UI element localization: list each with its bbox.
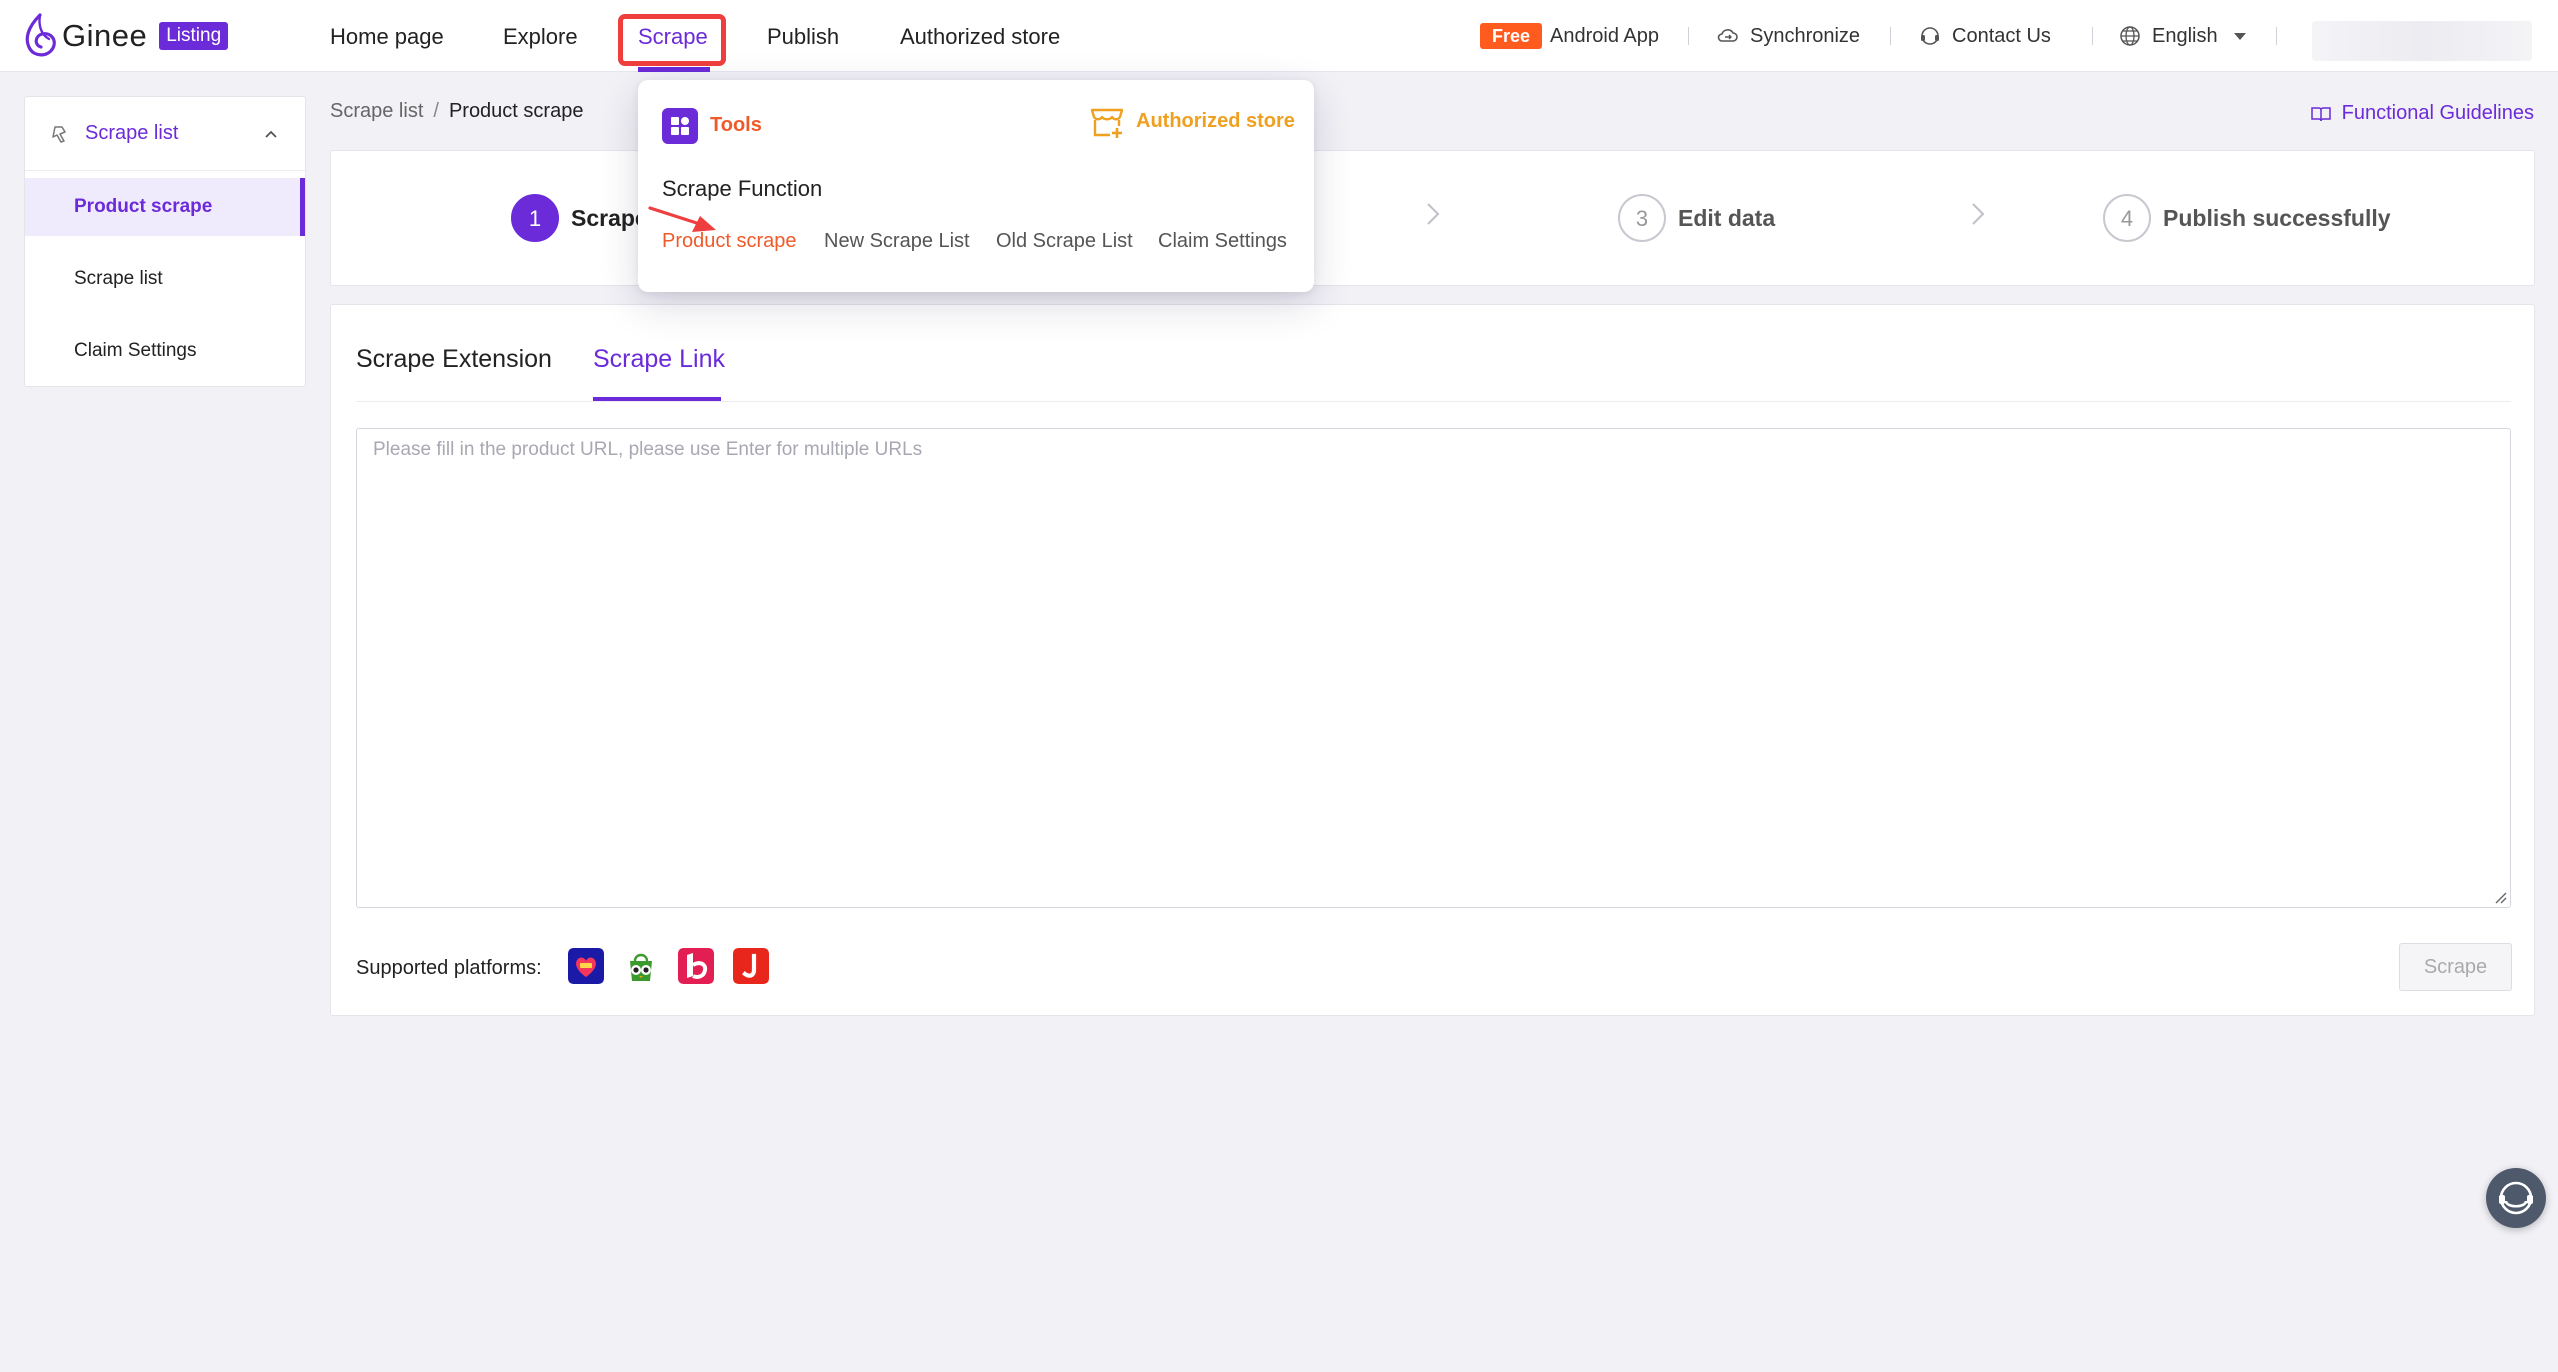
- step-1-label: Scrape: [571, 204, 648, 231]
- tools-grid-icon: [662, 108, 698, 144]
- annotation-highlight-box: [618, 14, 726, 66]
- bukalapak-icon: [678, 948, 714, 984]
- menu-item-claim-settings[interactable]: Claim Settings: [1158, 230, 1287, 253]
- free-badge: Free: [1480, 23, 1543, 49]
- scrape-button[interactable]: Scrape: [2399, 943, 2512, 991]
- step-3-label: Edit data: [1678, 204, 1776, 231]
- step-1: 1 Scrape: [511, 193, 648, 243]
- android-app-link[interactable]: Free Android App: [1480, 0, 1659, 72]
- supported-platforms-label: Supported platforms:: [356, 957, 542, 979]
- step-chevron-icon: [1427, 203, 1440, 225]
- nav-explore[interactable]: Explore: [503, 0, 578, 72]
- scrape-dropdown-menu: Tools Authorized store Scrape Function P…: [638, 80, 1314, 292]
- ginee-logo-icon: [25, 13, 56, 57]
- tools-label: Tools: [710, 114, 762, 136]
- customer-service-button[interactable]: [2486, 1168, 2546, 1228]
- breadcrumb: Scrape list / Product scrape: [330, 100, 583, 123]
- synchronize-button[interactable]: Synchronize: [1716, 0, 1860, 72]
- resize-grip-icon[interactable]: [2493, 890, 2507, 904]
- top-navigation-bar: Ginee Listing Home page Explore Scrape P…: [0, 0, 2558, 72]
- language-selector[interactable]: English: [2118, 0, 2248, 72]
- annotation-arrow-icon: [648, 206, 716, 232]
- product-url-input[interactable]: [356, 428, 2511, 908]
- store-add-icon: [1090, 108, 1124, 138]
- ginee-logo[interactable]: Ginee Listing: [22, 12, 229, 60]
- tokopedia-icon: [623, 948, 659, 984]
- nav-home[interactable]: Home page: [330, 0, 444, 72]
- step-1-number: 1: [511, 194, 559, 242]
- tab-active-underline: [593, 397, 721, 401]
- step-3-number: 3: [1618, 194, 1666, 242]
- brand-badge: Listing: [159, 22, 229, 50]
- breadcrumb-parent-link[interactable]: Scrape list: [330, 100, 423, 122]
- scrape-content-card: Scrape Extension Scrape Link Supported p…: [330, 304, 2535, 1016]
- android-app-label: Android App: [1550, 24, 1660, 47]
- caret-down-icon: [2233, 33, 2246, 40]
- nav-authorized-store[interactable]: Authorized store: [900, 0, 1060, 72]
- menu-item-old-scrape-list[interactable]: Old Scrape List: [996, 230, 1133, 253]
- language-label: English: [2152, 24, 2218, 47]
- header-separator: [1890, 0, 1891, 72]
- sidebar: Scrape list Product scrape Scrape list C…: [24, 96, 306, 387]
- tab-scrape-link[interactable]: Scrape Link: [593, 345, 725, 374]
- functional-guidelines-label: Functional Guidelines: [2341, 102, 2534, 124]
- nav-active-underline: [638, 67, 710, 72]
- step-3: 3 Edit data: [1618, 193, 1775, 243]
- header-separator: [1688, 0, 1689, 72]
- lazada-icon: [568, 948, 604, 984]
- header-separator: [2276, 0, 2277, 72]
- globe-icon: [2120, 26, 2140, 46]
- headset-icon: [1921, 27, 1939, 45]
- step-chevron-icon: [1972, 203, 1985, 225]
- brand-name: Ginee: [62, 18, 148, 53]
- sidebar-group-header[interactable]: Scrape list: [25, 97, 305, 171]
- sidebar-item-scrape-list[interactable]: Scrape list: [25, 250, 305, 308]
- contact-us-label: Contact Us: [1952, 24, 2051, 47]
- user-account-area[interactable]: [2312, 21, 2532, 61]
- authorized-store-link[interactable]: Authorized store: [1136, 110, 1295, 133]
- jd-icon: [733, 948, 769, 984]
- synchronize-label: Synchronize: [1750, 24, 1861, 47]
- book-icon: [2310, 106, 2331, 121]
- nav-publish[interactable]: Publish: [767, 0, 839, 72]
- pin-icon: [52, 125, 66, 143]
- breadcrumb-current: Product scrape: [448, 100, 584, 122]
- cloud-sync-icon: [1717, 29, 1738, 42]
- contact-us-button[interactable]: Contact Us: [1918, 0, 2051, 72]
- chevron-up-icon: [265, 130, 277, 138]
- step-4: 4 Publish successfully: [2103, 193, 2391, 243]
- step-4-number: 4: [2103, 194, 2151, 242]
- header-separator: [2092, 0, 2093, 72]
- menu-item-new-scrape-list[interactable]: New Scrape List: [824, 230, 970, 253]
- sidebar-group-label: Scrape list: [85, 122, 179, 144]
- chat-support-icon: [2499, 1181, 2533, 1215]
- sidebar-item-product-scrape[interactable]: Product scrape: [25, 178, 305, 236]
- functional-guidelines-link[interactable]: Functional Guidelines: [2310, 102, 2534, 125]
- breadcrumb-separator: /: [433, 100, 439, 122]
- step-4-label: Publish successfully: [2163, 204, 2391, 231]
- scrape-function-heading: Scrape Function: [662, 176, 823, 201]
- tab-scrape-extension[interactable]: Scrape Extension: [356, 345, 552, 374]
- tab-divider: [356, 401, 2511, 402]
- sidebar-item-claim-settings[interactable]: Claim Settings: [25, 322, 305, 380]
